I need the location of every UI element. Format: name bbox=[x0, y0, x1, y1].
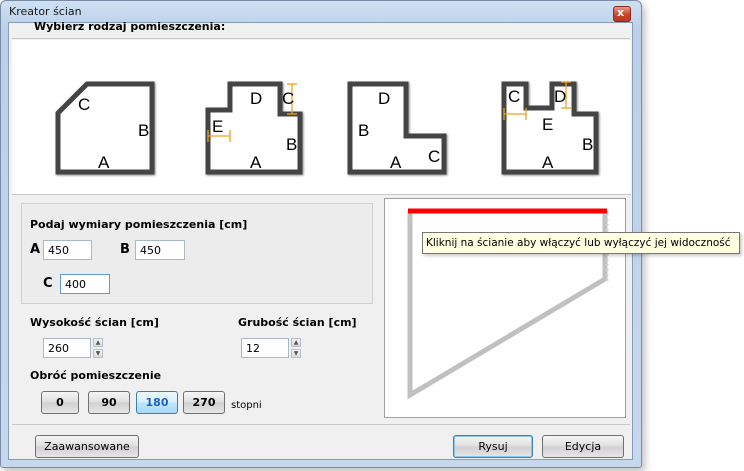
room-type-heading: Wybierz rodzaj pomieszczenia: bbox=[34, 20, 226, 33]
rotate-90-button[interactable]: 90 bbox=[88, 391, 130, 414]
shape-2-label-d: D bbox=[250, 89, 262, 108]
shape-4-label-d: D bbox=[554, 87, 566, 106]
footer-divider bbox=[12, 424, 630, 425]
window-title: Kreator ścian bbox=[9, 5, 82, 18]
close-icon: x bbox=[617, 6, 625, 19]
dimension-c-input[interactable]: 400 bbox=[60, 274, 110, 294]
rotate-180-button[interactable]: 180 bbox=[136, 391, 178, 414]
shape-4-label-a: A bbox=[542, 153, 554, 172]
shape-4-label-e: E bbox=[542, 115, 553, 134]
spin-down-icon[interactable]: ▼ bbox=[93, 349, 103, 358]
room-shapes-panel: C B A D C E B A D B A C C D E B A bbox=[12, 40, 631, 195]
shape-4-label-c: C bbox=[508, 87, 520, 106]
shape-2-label-e: E bbox=[212, 117, 223, 136]
dimension-a-input[interactable]: 450 bbox=[43, 240, 92, 260]
shape-2-label-c: C bbox=[282, 89, 294, 108]
rotate-0-button[interactable]: 0 bbox=[41, 391, 79, 414]
room-preview[interactable] bbox=[384, 198, 626, 418]
room-shape-4-option[interactable]: C D E B A bbox=[496, 78, 606, 178]
shape-1-label-c: C bbox=[78, 95, 90, 114]
wall-visibility-tooltip: Kliknij na ścianie aby włączyć lub wyłąc… bbox=[422, 232, 740, 254]
wall-height-spinner[interactable]: ▲ ▼ bbox=[93, 338, 103, 358]
shape-2-label-a: A bbox=[250, 153, 262, 172]
edit-button[interactable]: Edycja bbox=[542, 435, 624, 458]
shape-2-label-b: B bbox=[286, 135, 297, 154]
rotate-unit: stopni bbox=[231, 400, 262, 411]
close-button[interactable]: x bbox=[613, 6, 631, 22]
shape-3-label-d: D bbox=[378, 89, 390, 108]
shape-4-label-b: B bbox=[582, 135, 593, 154]
dimension-a-label: A bbox=[30, 242, 41, 257]
spin-up-icon[interactable]: ▲ bbox=[291, 338, 301, 347]
wall-height-label: Wysokość ścian [cm] bbox=[30, 316, 159, 329]
shape-3-label-c: C bbox=[428, 147, 440, 166]
dimension-b-input[interactable]: 450 bbox=[135, 240, 185, 260]
divider bbox=[12, 38, 630, 39]
rotate-label: Obróć pomieszczenie bbox=[30, 369, 162, 382]
dimension-b-label: B bbox=[120, 242, 130, 257]
shape-3-label-b: B bbox=[358, 121, 369, 140]
wall-thickness-label: Grubość ścian [cm] bbox=[238, 316, 357, 329]
spin-up-icon[interactable]: ▲ bbox=[93, 338, 103, 347]
dimension-c-label: C bbox=[43, 276, 53, 291]
rotate-270-button[interactable]: 270 bbox=[183, 391, 225, 414]
shape-1-label-b: B bbox=[138, 121, 149, 140]
room-shape-3-option[interactable]: D B A C bbox=[344, 78, 454, 178]
room-shape-2-option[interactable]: D C E B A bbox=[200, 78, 310, 178]
wall-thickness-spinner[interactable]: ▲ ▼ bbox=[291, 338, 301, 358]
advanced-button[interactable]: Zaawansowane bbox=[35, 435, 139, 458]
wall-height-input[interactable]: 260 bbox=[43, 338, 91, 358]
dimensions-title: Podaj wymiary pomieszczenia [cm] bbox=[30, 218, 248, 231]
shape-3-label-a: A bbox=[390, 153, 402, 172]
spin-down-icon[interactable]: ▼ bbox=[291, 349, 301, 358]
draw-button[interactable]: Rysuj bbox=[453, 435, 533, 458]
shape-1-label-a: A bbox=[98, 153, 110, 172]
wall-thickness-input[interactable]: 12 bbox=[241, 338, 289, 358]
room-shape-1-option[interactable]: C B A bbox=[52, 78, 162, 178]
